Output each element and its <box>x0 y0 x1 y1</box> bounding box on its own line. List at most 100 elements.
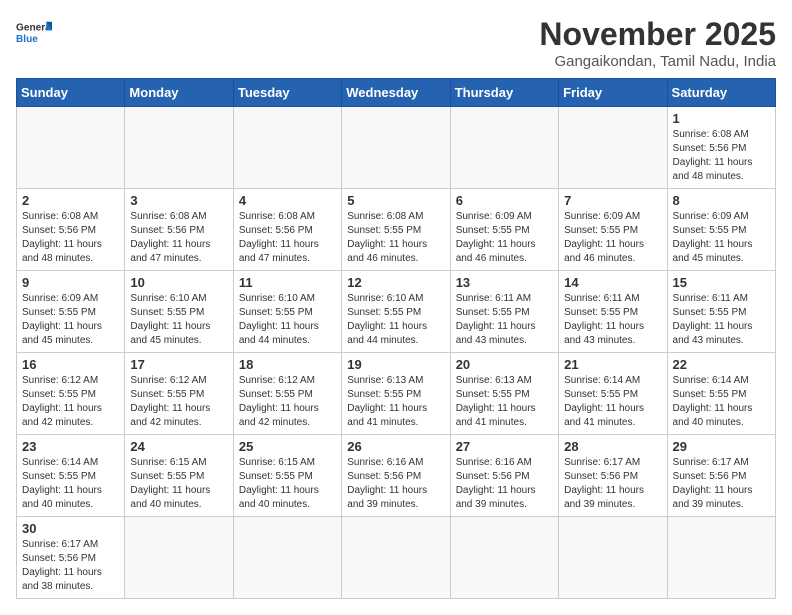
week-row-5: 23 Sunrise: 6:14 AM Sunset: 5:55 PM Dayli… <box>17 435 776 517</box>
day-info: Sunrise: 6:08 AM Sunset: 5:56 PM Dayligh… <box>673 128 770 184</box>
day-info: Sunrise: 6:09 AM Sunset: 5:55 PM Dayligh… <box>673 210 770 266</box>
calendar-cell: 4 Sunrise: 6:08 AM Sunset: 5:56 PM Daylig… <box>233 189 341 271</box>
calendar-cell <box>559 517 667 599</box>
day-info: Sunrise: 6:14 AM Sunset: 5:55 PM Dayligh… <box>22 456 119 512</box>
day-info: Sunrise: 6:09 AM Sunset: 5:55 PM Dayligh… <box>564 210 661 266</box>
weekday-header-saturday: Saturday <box>667 79 775 107</box>
day-number: 25 <box>239 439 336 454</box>
page-container: General Blue November 2025 Gangaikondan,… <box>16 16 776 599</box>
calendar-cell: 15Sunrise: 6:11 AM Sunset: 5:55 PM Dayli… <box>667 271 775 353</box>
day-number: 4 <box>239 193 336 208</box>
day-info: Sunrise: 6:08 AM Sunset: 5:56 PM Dayligh… <box>22 210 119 266</box>
calendar-cell <box>125 517 233 599</box>
calendar-cell: 29 Sunrise: 6:17 AM Sunset: 5:56 PM Dayli… <box>667 435 775 517</box>
day-number: 9 <box>22 275 119 290</box>
weekday-header-monday: Monday <box>125 79 233 107</box>
calendar-table: SundayMondayTuesdayWednesdayThursdayFrid… <box>16 78 776 599</box>
day-number: 26 <box>347 439 444 454</box>
calendar-cell: 30 Sunrise: 6:17 AM Sunset: 5:56 PM Dayli… <box>17 517 125 599</box>
day-info: Sunrise: 6:15 AM Sunset: 5:55 PM Dayligh… <box>130 456 227 512</box>
day-info: Sunrise: 6:17 AM Sunset: 5:56 PM Dayligh… <box>673 456 770 512</box>
weekday-header-sunday: Sunday <box>17 79 125 107</box>
day-number: 28 <box>564 439 661 454</box>
calendar-cell: 2 Sunrise: 6:08 AM Sunset: 5:56 PM Daylig… <box>17 189 125 271</box>
day-info: Sunrise: 6:17 AM Sunset: 5:56 PM Dayligh… <box>564 456 661 512</box>
calendar-cell <box>125 107 233 189</box>
day-info: Sunrise: 6:11 AM Sunset: 5:55 PM Dayligh… <box>673 292 770 348</box>
day-number: 7 <box>564 193 661 208</box>
calendar-cell: 20 Sunrise: 6:13 AM Sunset: 5:55 PM Dayli… <box>450 353 558 435</box>
calendar-cell: 21Sunrise: 6:14 AM Sunset: 5:55 PM Dayli… <box>559 353 667 435</box>
header: General Blue November 2025 Gangaikondan,… <box>16 16 776 70</box>
week-row-6: 30 Sunrise: 6:17 AM Sunset: 5:56 PM Dayli… <box>17 517 776 599</box>
calendar-cell <box>342 107 450 189</box>
day-info: Sunrise: 6:12 AM Sunset: 5:55 PM Dayligh… <box>22 374 119 430</box>
week-row-4: 16 Sunrise: 6:12 AM Sunset: 5:55 PM Dayli… <box>17 353 776 435</box>
month-title: November 2025 <box>539 16 776 53</box>
calendar-cell <box>450 517 558 599</box>
day-number: 23 <box>22 439 119 454</box>
day-number: 5 <box>347 193 444 208</box>
calendar-cell: 25 Sunrise: 6:15 AM Sunset: 5:55 PM Dayli… <box>233 435 341 517</box>
day-number: 16 <box>22 357 119 372</box>
calendar-cell: 6 Sunrise: 6:09 AM Sunset: 5:55 PM Daylig… <box>450 189 558 271</box>
calendar-cell: 5 Sunrise: 6:08 AM Sunset: 5:55 PM Daylig… <box>342 189 450 271</box>
day-number: 14 <box>564 275 661 290</box>
day-number: 13 <box>456 275 553 290</box>
calendar-cell: 14Sunrise: 6:11 AM Sunset: 5:55 PM Dayli… <box>559 271 667 353</box>
day-info: Sunrise: 6:16 AM Sunset: 5:56 PM Dayligh… <box>456 456 553 512</box>
day-info: Sunrise: 6:08 AM Sunset: 5:55 PM Dayligh… <box>347 210 444 266</box>
day-number: 22 <box>673 357 770 372</box>
week-row-3: 9 Sunrise: 6:09 AM Sunset: 5:55 PM Daylig… <box>17 271 776 353</box>
calendar-cell: 11 Sunrise: 6:10 AM Sunset: 5:55 PM Dayli… <box>233 271 341 353</box>
day-number: 6 <box>456 193 553 208</box>
day-info: Sunrise: 6:11 AM Sunset: 5:55 PM Dayligh… <box>456 292 553 348</box>
weekday-header-friday: Friday <box>559 79 667 107</box>
calendar-cell: 24 Sunrise: 6:15 AM Sunset: 5:55 PM Dayli… <box>125 435 233 517</box>
day-number: 30 <box>22 521 119 536</box>
day-info: Sunrise: 6:12 AM Sunset: 5:55 PM Dayligh… <box>130 374 227 430</box>
calendar-cell: 16 Sunrise: 6:12 AM Sunset: 5:55 PM Dayli… <box>17 353 125 435</box>
day-number: 29 <box>673 439 770 454</box>
day-info: Sunrise: 6:12 AM Sunset: 5:55 PM Dayligh… <box>239 374 336 430</box>
day-info: Sunrise: 6:17 AM Sunset: 5:56 PM Dayligh… <box>22 538 119 594</box>
day-info: Sunrise: 6:08 AM Sunset: 5:56 PM Dayligh… <box>239 210 336 266</box>
day-info: Sunrise: 6:09 AM Sunset: 5:55 PM Dayligh… <box>22 292 119 348</box>
calendar-cell: 9 Sunrise: 6:09 AM Sunset: 5:55 PM Daylig… <box>17 271 125 353</box>
day-number: 17 <box>130 357 227 372</box>
day-info: Sunrise: 6:13 AM Sunset: 5:55 PM Dayligh… <box>456 374 553 430</box>
day-number: 19 <box>347 357 444 372</box>
day-number: 20 <box>456 357 553 372</box>
day-info: Sunrise: 6:10 AM Sunset: 5:55 PM Dayligh… <box>239 292 336 348</box>
calendar-cell <box>233 107 341 189</box>
calendar-cell <box>342 517 450 599</box>
day-info: Sunrise: 6:15 AM Sunset: 5:55 PM Dayligh… <box>239 456 336 512</box>
day-number: 8 <box>673 193 770 208</box>
day-number: 11 <box>239 275 336 290</box>
day-number: 2 <box>22 193 119 208</box>
day-info: Sunrise: 6:16 AM Sunset: 5:56 PM Dayligh… <box>347 456 444 512</box>
calendar-cell: 1 Sunrise: 6:08 AM Sunset: 5:56 PM Daylig… <box>667 107 775 189</box>
day-number: 18 <box>239 357 336 372</box>
day-info: Sunrise: 6:13 AM Sunset: 5:55 PM Dayligh… <box>347 374 444 430</box>
svg-text:Blue: Blue <box>16 34 38 45</box>
day-info: Sunrise: 6:09 AM Sunset: 5:55 PM Dayligh… <box>456 210 553 266</box>
calendar-cell: 18 Sunrise: 6:12 AM Sunset: 5:55 PM Dayli… <box>233 353 341 435</box>
day-number: 27 <box>456 439 553 454</box>
day-info: Sunrise: 6:14 AM Sunset: 5:55 PM Dayligh… <box>673 374 770 430</box>
calendar-cell <box>559 107 667 189</box>
location-title: Gangaikondan, Tamil Nadu, India <box>539 53 776 70</box>
day-number: 3 <box>130 193 227 208</box>
day-number: 21 <box>564 357 661 372</box>
day-number: 1 <box>673 111 770 126</box>
calendar-cell <box>450 107 558 189</box>
calendar-cell: 3Sunrise: 6:08 AM Sunset: 5:56 PM Daylig… <box>125 189 233 271</box>
calendar-cell: 10Sunrise: 6:10 AM Sunset: 5:55 PM Dayli… <box>125 271 233 353</box>
calendar-cell: 13 Sunrise: 6:11 AM Sunset: 5:55 PM Dayli… <box>450 271 558 353</box>
calendar-cell: 7 Sunrise: 6:09 AM Sunset: 5:55 PM Daylig… <box>559 189 667 271</box>
day-number: 24 <box>130 439 227 454</box>
calendar-cell: 12Sunrise: 6:10 AM Sunset: 5:55 PM Dayli… <box>342 271 450 353</box>
calendar-cell: 17 Sunrise: 6:12 AM Sunset: 5:55 PM Dayli… <box>125 353 233 435</box>
calendar-cell: 22 Sunrise: 6:14 AM Sunset: 5:55 PM Dayli… <box>667 353 775 435</box>
day-number: 12 <box>347 275 444 290</box>
